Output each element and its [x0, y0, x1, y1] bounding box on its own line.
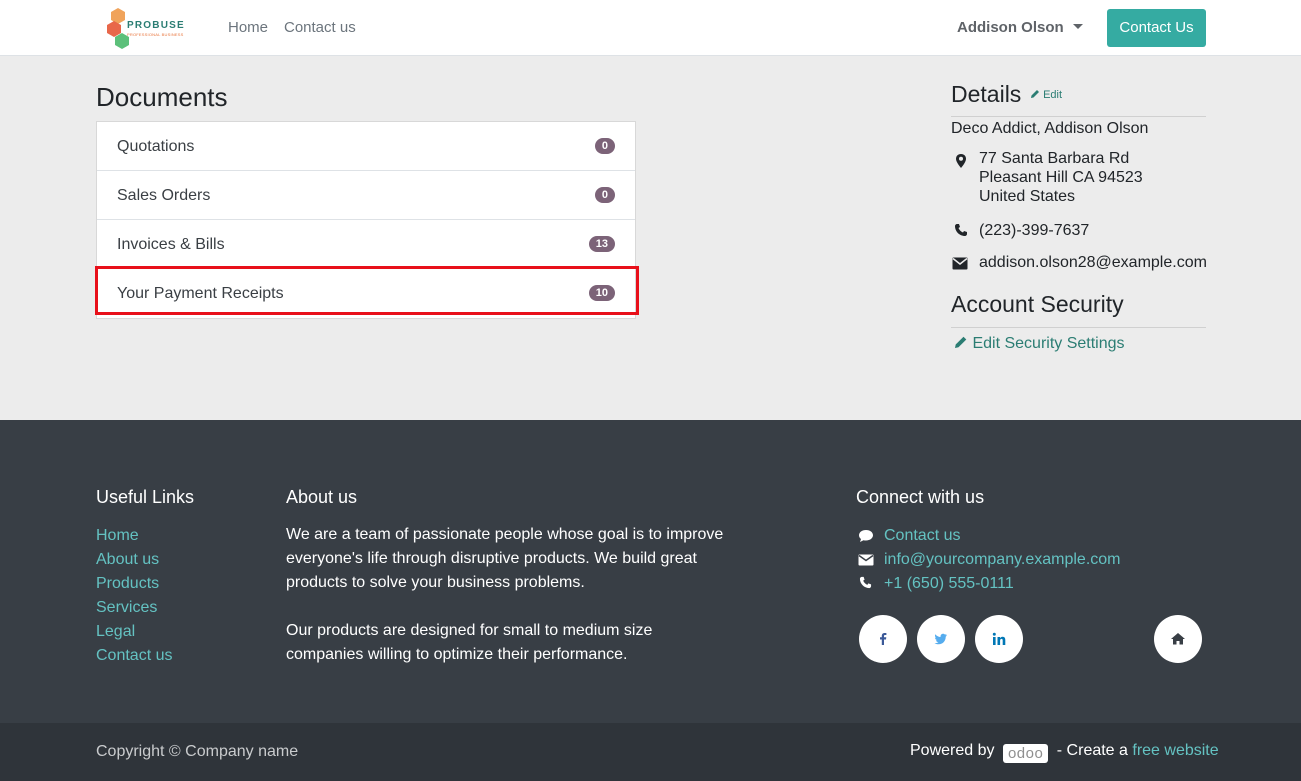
- documents-list: Quotations 0 Sales Orders 0 Invoices & B…: [96, 121, 636, 319]
- edit-security-label: Edit Security Settings: [972, 335, 1125, 352]
- facebook-button[interactable]: [859, 615, 907, 663]
- phone-number: (223)-399-7637: [979, 222, 1090, 239]
- edit-label: Edit: [1043, 89, 1063, 101]
- footer-link-products[interactable]: Products: [96, 575, 159, 593]
- envelope-icon: [952, 257, 968, 270]
- count-badge: 10: [588, 285, 615, 301]
- doc-item-invoices-bills[interactable]: Invoices & Bills 13: [97, 220, 635, 269]
- connect-title: Connect with us: [856, 487, 985, 507]
- doc-item-quotations[interactable]: Quotations 0: [97, 122, 635, 171]
- connect-phone-link[interactable]: +1 (650) 555-0111: [884, 575, 1014, 593]
- linkedin-icon: [992, 632, 1006, 645]
- powered-by-label: Powered by: [910, 742, 995, 759]
- count-badge: 0: [594, 187, 615, 203]
- connect-email-link[interactable]: info@yourcompany.example.com: [884, 551, 1121, 569]
- pencil-icon: [955, 336, 967, 348]
- useful-links-title: Useful Links: [96, 487, 195, 507]
- doc-item-label: Your Payment Receipts: [117, 285, 284, 302]
- address-line-2: Pleasant Hill CA 94523: [979, 169, 1143, 186]
- pencil-icon: [1031, 90, 1039, 98]
- divider: [951, 116, 1206, 117]
- user-dropdown[interactable]: Addison Olson: [957, 19, 1083, 36]
- comment-icon: [859, 530, 873, 542]
- count-badge: 0: [594, 138, 615, 154]
- count-badge: 13: [588, 236, 615, 252]
- user-name: Addison Olson: [957, 19, 1064, 36]
- home-icon: [1171, 633, 1185, 645]
- footer-link-home[interactable]: Home: [96, 527, 139, 545]
- partner-name: Deco Addict, Addison Olson: [951, 120, 1149, 137]
- logo-text: PROBUSE: [127, 20, 185, 31]
- bottom-bar: Copyright © Company name Powered by odoo…: [0, 723, 1301, 781]
- facebook-icon: [880, 633, 887, 645]
- nav-home[interactable]: Home: [228, 19, 268, 36]
- twitter-button[interactable]: [917, 615, 965, 663]
- contact-us-button[interactable]: Contact Us: [1107, 9, 1206, 47]
- map-marker-icon: [956, 154, 966, 168]
- details-title: Details: [951, 81, 1022, 107]
- about-paragraph-1: We are a team of passionate people whose…: [286, 526, 724, 591]
- email-address: addison.olson28@example.com: [979, 254, 1207, 271]
- documents-title: Documents: [96, 82, 228, 112]
- doc-item-sales-orders[interactable]: Sales Orders 0: [97, 171, 635, 220]
- doc-item-label: Sales Orders: [117, 187, 211, 204]
- divider: [951, 327, 1206, 328]
- top-navbar: PROBUSE PROFESSIONAL BUSINESS Home Conta…: [0, 0, 1301, 56]
- doc-item-payment-receipts[interactable]: Your Payment Receipts 10: [97, 269, 635, 318]
- doc-item-label: Invoices & Bills: [117, 236, 225, 253]
- details-edit-link[interactable]: Edit: [1030, 89, 1062, 101]
- phone-icon: [955, 224, 967, 236]
- about-paragraph-2: Our products are designed for small to m…: [286, 622, 653, 663]
- edit-security-settings-link[interactable]: Edit Security Settings: [954, 335, 1125, 353]
- footer-link-contact-us[interactable]: Contact us: [96, 647, 172, 665]
- connect-contact-link[interactable]: Contact us: [884, 527, 960, 545]
- copyright-text: Copyright © Company name: [96, 743, 299, 760]
- logo-subtext: PROFESSIONAL BUSINESS: [127, 32, 184, 37]
- create-text: - Create a: [1056, 742, 1128, 759]
- company-logo[interactable]: PROBUSE PROFESSIONAL BUSINESS: [107, 7, 187, 49]
- about-us-title: About us: [286, 487, 358, 507]
- odoo-logo[interactable]: odoo: [1002, 744, 1049, 763]
- doc-item-label: Quotations: [117, 138, 195, 155]
- free-website-link[interactable]: free website: [1132, 742, 1218, 759]
- home-button[interactable]: [1154, 615, 1202, 663]
- footer-link-legal[interactable]: Legal: [96, 623, 135, 641]
- address-line-3: United States: [979, 188, 1076, 205]
- nav-contact-us[interactable]: Contact us: [284, 19, 356, 36]
- logo-hexagons-icon: [107, 8, 129, 49]
- footer-link-services[interactable]: Services: [96, 599, 157, 617]
- powered-by: Powered by odoo - Create a free website: [910, 742, 1219, 763]
- caret-down-icon: [1072, 24, 1083, 29]
- footer: Useful Links Home About us Products Serv…: [0, 420, 1301, 723]
- envelope-icon: [858, 554, 874, 566]
- twitter-icon: [934, 633, 947, 645]
- address-line-1: 77 Santa Barbara Rd: [979, 150, 1130, 167]
- footer-link-about-us[interactable]: About us: [96, 551, 159, 569]
- phone-icon: [859, 576, 872, 589]
- linkedin-button[interactable]: [975, 615, 1023, 663]
- account-security-title: Account Security: [951, 291, 1124, 317]
